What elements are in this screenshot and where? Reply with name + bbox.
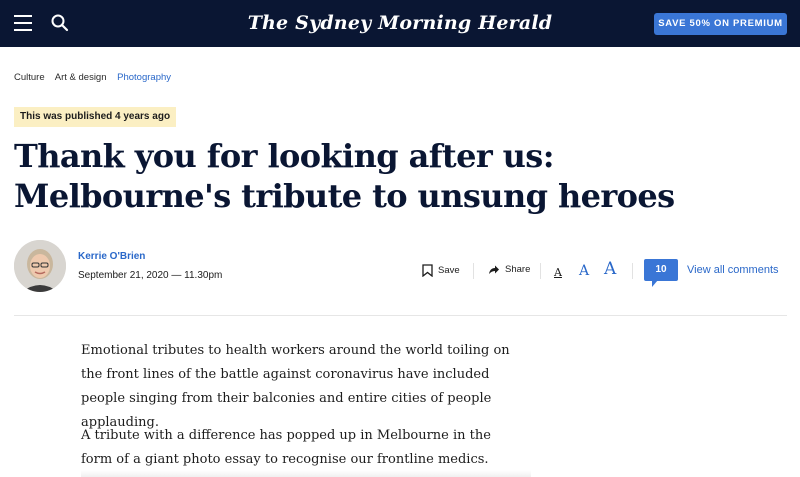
published-age-badge: This was published 4 years ago <box>14 107 177 127</box>
toolbar-divider <box>540 263 541 279</box>
breadcrumb-art-design[interactable]: Art & design <box>55 72 107 83</box>
breadcrumb: Culture Art & design Photography <box>14 72 179 83</box>
font-size-medium-button[interactable]: A <box>579 263 589 279</box>
section-divider <box>14 315 787 316</box>
publish-date: September 21, 2020 — 11.30pm <box>78 270 223 281</box>
breadcrumb-culture[interactable]: Culture <box>14 72 45 83</box>
share-arrow-icon <box>489 265 499 274</box>
toolbar-divider <box>473 263 474 279</box>
author-avatar[interactable] <box>14 240 66 292</box>
share-button[interactable]: Share <box>488 264 530 275</box>
view-all-comments-link[interactable]: View all comments <box>687 264 779 276</box>
comment-bubble-tail <box>652 280 658 287</box>
site-header: The Sydney Morning Herald SAVE 50% ON PR… <box>0 0 800 48</box>
font-size-large-button[interactable]: A <box>604 259 616 279</box>
comment-bubble-icon[interactable]: 10 <box>644 259 678 281</box>
author-name-link[interactable]: Kerrie O'Brien <box>78 251 145 262</box>
toolbar-divider <box>632 263 633 279</box>
article-paragraph: Emotional tributes to health workers aro… <box>81 343 510 430</box>
share-label: Share <box>505 264 531 275</box>
save-premium-button[interactable]: SAVE 50% ON PREMIUM <box>654 13 787 35</box>
save-button[interactable]: Save <box>422 264 460 277</box>
bookmark-icon <box>422 264 433 277</box>
save-label: Save <box>438 265 460 276</box>
font-size-small-button[interactable]: A <box>554 266 562 279</box>
breadcrumb-photography[interactable]: Photography <box>117 72 171 83</box>
article-headline: Thank you for looking after us: Melbourn… <box>14 137 675 215</box>
article-paragraph: A tribute with a difference has popped u… <box>81 428 491 467</box>
content-fade <box>81 470 531 477</box>
